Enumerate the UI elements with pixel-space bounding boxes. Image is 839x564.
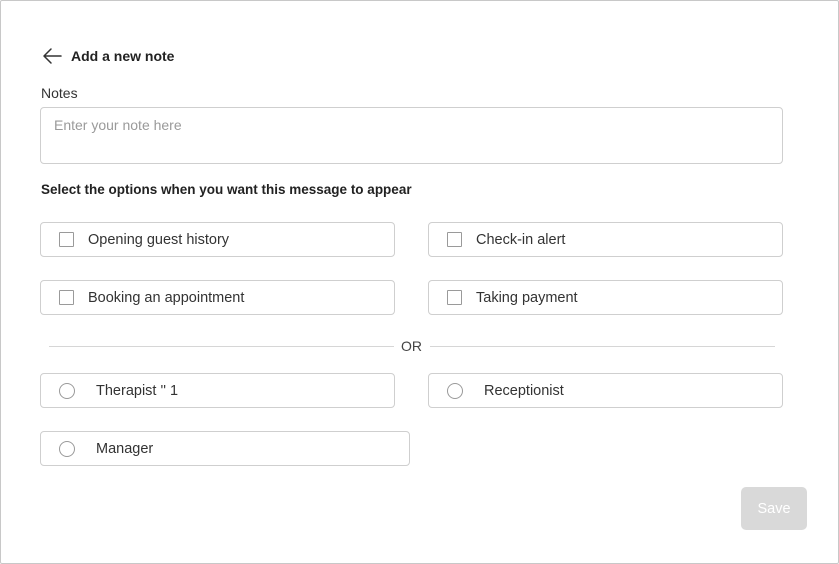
radio-receptionist[interactable]: Receptionist (428, 373, 783, 408)
panel-header: Add a new note (41, 45, 174, 67)
add-note-panel: Add a new note Notes Select the options … (0, 0, 839, 564)
arrow-left-icon[interactable] (41, 45, 63, 67)
radio-therapist-1[interactable]: Therapist '' 1 (40, 373, 395, 408)
radio-button[interactable] (447, 382, 463, 399)
option-label: Opening guest history (88, 231, 230, 248)
checkbox[interactable] (447, 290, 462, 305)
or-divider: OR (401, 338, 422, 354)
radio-button[interactable] (59, 382, 75, 399)
radio-manager[interactable]: Manager (40, 431, 410, 466)
divider-left (49, 346, 394, 347)
option-opening-guest-history[interactable]: Opening guest history (40, 222, 395, 257)
option-label: Booking an appointment (88, 289, 245, 306)
option-label: Check-in alert (476, 231, 566, 248)
checkbox[interactable] (447, 232, 462, 247)
option-label: Therapist '' 1 (96, 382, 179, 399)
option-taking-payment[interactable]: Taking payment (428, 280, 783, 315)
radio-button[interactable] (59, 440, 75, 457)
notes-label: Notes (41, 85, 78, 101)
options-section-label: Select the options when you want this me… (41, 182, 412, 197)
page-title: Add a new note (71, 48, 175, 64)
option-label: Taking payment (476, 289, 578, 306)
option-label: Manager (96, 440, 154, 457)
checkbox[interactable] (59, 290, 74, 305)
checkbox[interactable] (59, 232, 74, 247)
notes-input[interactable] (40, 107, 783, 164)
divider-right (430, 346, 775, 347)
option-booking-an-appointment[interactable]: Booking an appointment (40, 280, 395, 315)
option-label: Receptionist (484, 382, 564, 399)
option-check-in-alert[interactable]: Check-in alert (428, 222, 783, 257)
save-button[interactable]: Save (741, 487, 807, 530)
